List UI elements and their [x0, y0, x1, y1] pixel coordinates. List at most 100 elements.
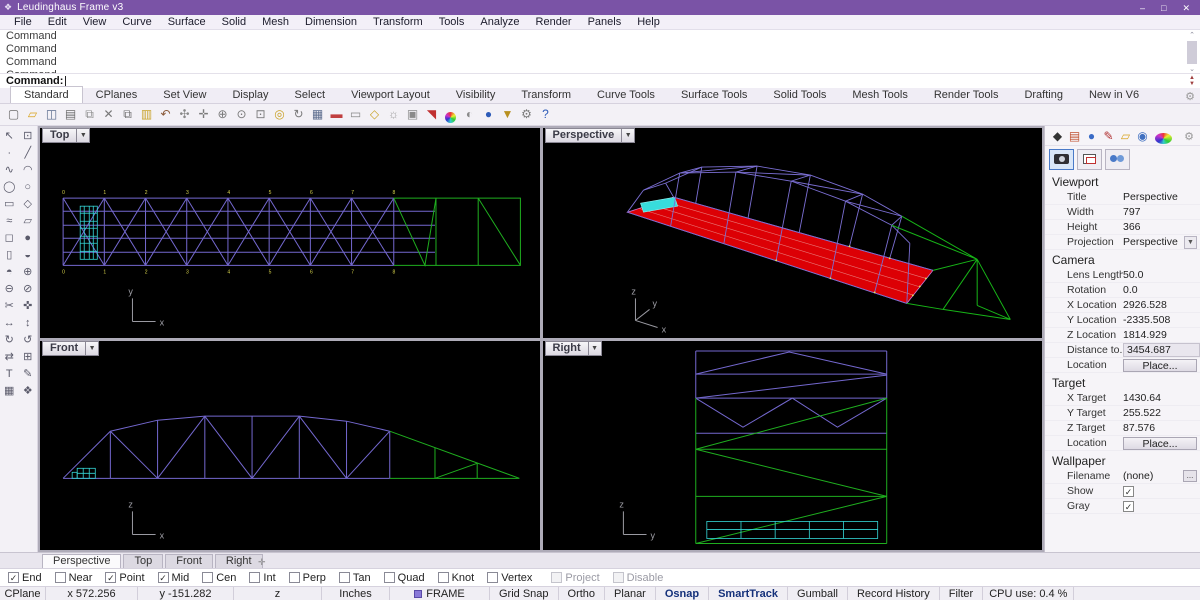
minimize-button[interactable]: – [1140, 1, 1145, 15]
rotate-icon[interactable]: ↻ [0, 332, 19, 349]
viewport-tab[interactable]: Front [165, 554, 213, 568]
osnap-toggle[interactable]: Near [54, 572, 92, 584]
layers-tab-icon[interactable]: ▤ [1066, 129, 1083, 143]
sphere-icon[interactable]: ● [19, 230, 38, 247]
curve-icon[interactable]: ∿ [0, 162, 19, 179]
osnap-toggle[interactable]: End [8, 572, 42, 584]
cplane-button[interactable]: CPlane [0, 587, 46, 600]
osnap-toggle[interactable]: Knot [437, 572, 474, 584]
toolbar-tab[interactable]: Mesh Tools [839, 87, 920, 103]
toolbar-tab[interactable]: Surface Tools [668, 87, 760, 103]
selection-filter-icon[interactable]: ▼ [498, 104, 517, 125]
x-location-value[interactable]: 2926.528 [1123, 299, 1200, 311]
delete-icon[interactable]: ✕ [99, 104, 118, 125]
export-icon[interactable]: ⧉ [80, 104, 99, 125]
menu-item[interactable]: Mesh [254, 15, 297, 30]
chevron-down-icon[interactable]: ▼ [622, 128, 636, 143]
menu-item[interactable]: Edit [40, 15, 75, 30]
menu-item[interactable]: File [6, 15, 40, 30]
viewport-tab[interactable]: Top [123, 554, 164, 568]
menu-item[interactable]: Panels [580, 15, 630, 30]
surface-icon[interactable]: ▱ [19, 213, 38, 230]
lock-objects-icon[interactable]: ▣ [403, 104, 422, 125]
polygon-icon[interactable]: ◇ [19, 196, 38, 213]
copy-icon[interactable]: ⧉ [118, 104, 137, 125]
help-icon[interactable]: ? [536, 104, 555, 125]
split-icon[interactable]: ⊘ [19, 281, 38, 298]
toolbar-tab[interactable]: Viewport Layout [338, 87, 443, 103]
toolbar-tab[interactable]: CPlanes [83, 87, 151, 103]
zoom-icon[interactable]: ⊕ [213, 104, 232, 125]
maximize-button[interactable]: □ [1161, 1, 1166, 15]
status-toggle[interactable]: Osnap [656, 587, 710, 600]
trim-icon[interactable]: ⊖ [0, 281, 19, 298]
libraries-tab-icon[interactable]: ▱ [1117, 129, 1134, 143]
viewport-front-canvas[interactable]: z x [40, 341, 540, 551]
projection-dropdown[interactable]: ▼ [1184, 235, 1197, 249]
close-button[interactable]: ✕ [1182, 1, 1190, 15]
notes-tab-icon[interactable]: ✎ [1100, 129, 1117, 143]
z-target-value[interactable]: 87.576 [1123, 422, 1200, 434]
menu-item[interactable]: Transform [365, 15, 431, 30]
menu-item[interactable]: Curve [114, 15, 159, 30]
mirror-v-icon[interactable]: ↕ [19, 315, 38, 332]
status-toggle[interactable]: Planar [605, 587, 656, 600]
target-place-button[interactable]: Place... [1123, 436, 1197, 450]
status-toggle[interactable]: SmartTrack [709, 587, 789, 600]
viewport-top-canvas[interactable]: 0 0 1 1 2 2 3 3 4 4 5 5 6 6 7 7 8 8 y x [40, 128, 540, 338]
set-cplane-icon[interactable]: ▭ [346, 104, 365, 125]
panel-gear-icon[interactable]: ⚙ [1184, 130, 1194, 143]
save-icon[interactable]: ◫ [42, 104, 61, 125]
toolbar-tab[interactable]: Select [282, 87, 339, 103]
boolean-intersect-icon[interactable]: ⊕ [19, 264, 38, 281]
viewport-right[interactable]: Right ▼ z y [542, 340, 1043, 551]
four-viewports-icon[interactable]: ▦ [308, 104, 327, 125]
rotation-value[interactable]: 0.0 [1123, 284, 1200, 296]
osnap-toggle[interactable]: Quad [383, 572, 425, 584]
lens-length-value[interactable]: 50.0 [1123, 269, 1200, 281]
rendering-tab-icon[interactable]: ● [1083, 129, 1100, 143]
ellipse-icon[interactable]: ○ [19, 179, 38, 196]
viewport-perspective-label[interactable]: Perspective [544, 128, 623, 143]
command-spinner[interactable]: ▲ ▼ [1186, 75, 1198, 87]
menu-item[interactable]: Analyze [472, 15, 527, 30]
units-button[interactable]: Inches [322, 587, 390, 600]
options-icon[interactable]: ⚙ [517, 104, 536, 125]
camera-place-button[interactable]: Place... [1123, 358, 1197, 372]
zoom-selected-icon[interactable]: ◎ [270, 104, 289, 125]
box-icon[interactable]: ◻ [0, 230, 19, 247]
viewport-right-label[interactable]: Right [544, 340, 589, 356]
dolly-button[interactable] [1105, 148, 1130, 170]
menu-item[interactable]: Solid [214, 15, 254, 30]
status-toggle[interactable]: Gumball [788, 587, 848, 600]
command-scrollbar[interactable]: ⌃ ⌄ [1185, 31, 1199, 74]
osnap-toggle[interactable]: Project [551, 572, 600, 584]
annotate-icon[interactable]: ✎ [19, 366, 38, 383]
viewport-right-canvas[interactable]: z y [543, 341, 1043, 551]
camera-button[interactable] [1049, 148, 1074, 170]
x-target-value[interactable]: 1430.64 [1123, 392, 1200, 404]
mesh-icon[interactable]: ▦ [0, 383, 19, 400]
viewport-title-value[interactable]: Perspective [1123, 191, 1200, 203]
paste-icon[interactable]: ▥ [137, 104, 156, 125]
toolbar-gear-icon[interactable]: ⚙ [1185, 90, 1195, 103]
rotate-ccw-icon[interactable]: ↺ [19, 332, 38, 349]
select-icon[interactable]: ↖ [0, 128, 19, 145]
viewport-width-value[interactable]: 797 [1123, 206, 1200, 218]
toolbar-tab[interactable]: Curve Tools [584, 87, 668, 103]
status-toggle[interactable]: Filter [940, 587, 984, 600]
menu-item[interactable]: Help [629, 15, 668, 30]
array-icon[interactable]: ⊞ [19, 349, 38, 366]
status-toggle[interactable]: Ortho [559, 587, 606, 600]
display-tab-icon[interactable] [1155, 132, 1172, 144]
new-file-icon[interactable]: ▢ [4, 104, 23, 125]
viewport-tab[interactable]: Perspective [42, 554, 122, 568]
open-file-icon[interactable]: ▱ [23, 104, 42, 125]
print-icon[interactable]: ▤ [61, 104, 80, 125]
osnap-toggle[interactable]: Cen [202, 572, 236, 584]
osnap-toggle[interactable]: Vertex [487, 572, 532, 584]
flip-icon[interactable]: ⇄ [0, 349, 19, 366]
toolbar-tab[interactable]: New in V6 [1076, 87, 1152, 103]
toolbar-tab[interactable]: Standard [10, 86, 83, 103]
line-icon[interactable]: ╱ [19, 145, 38, 162]
